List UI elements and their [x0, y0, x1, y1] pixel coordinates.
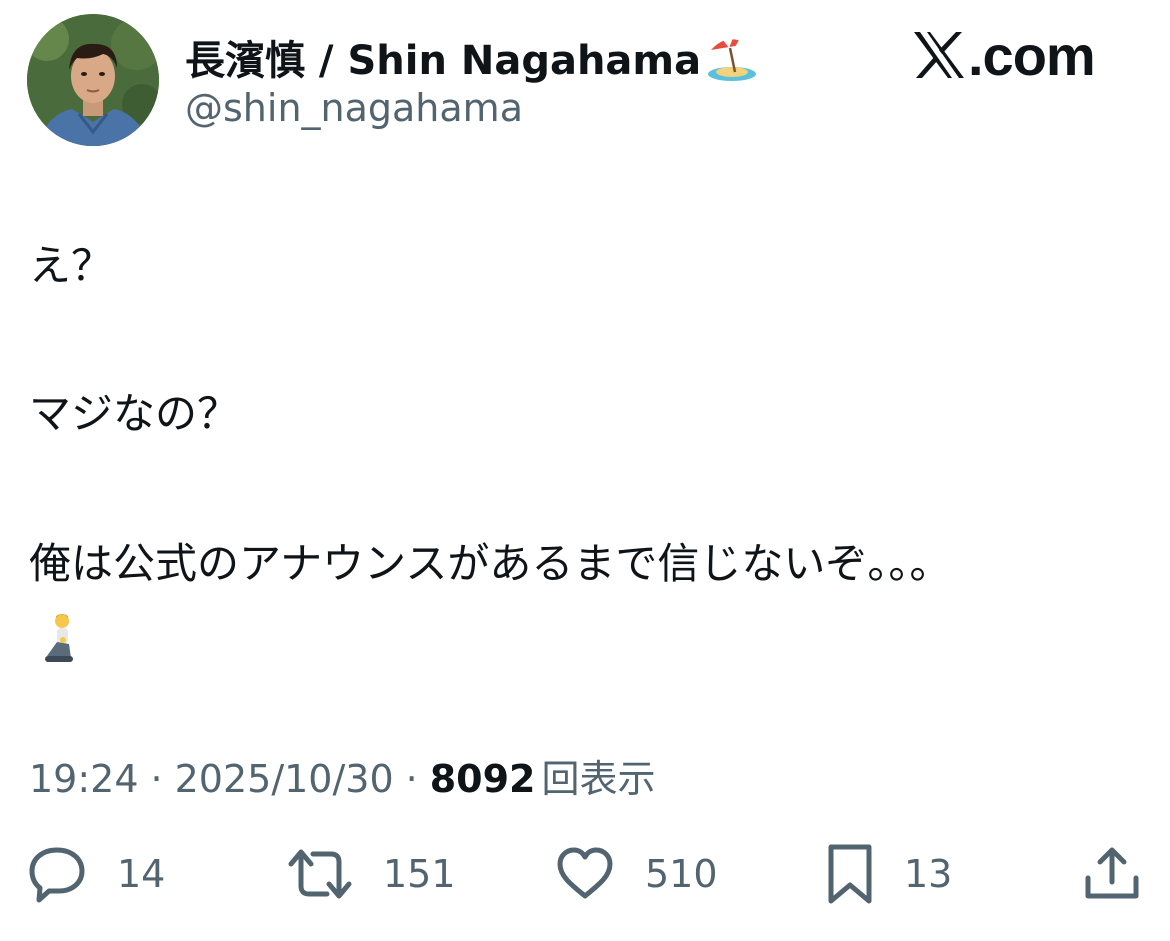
- tweet-text-line-1: え？: [29, 241, 114, 290]
- retweet-icon: [288, 849, 352, 899]
- reply-button[interactable]: 14: [27, 842, 165, 906]
- tweet-date[interactable]: 2025/10/30: [175, 757, 394, 801]
- reply-icon: [29, 847, 85, 903]
- bookmark-count: 13: [904, 852, 953, 896]
- tweet-meta: 19:24 · 2025/10/30 · 8092 回表示: [29, 748, 656, 803]
- tweet-text-line-2: マジなの？: [29, 389, 240, 438]
- x-logo-text: .com: [968, 23, 1096, 87]
- bookmark-button[interactable]: 13: [826, 842, 952, 906]
- retweet-count: 151: [383, 852, 456, 896]
- person-kneeling-emoji-icon: [41, 612, 81, 664]
- tweet-time[interactable]: 19:24: [29, 757, 139, 801]
- profile-photo: [27, 14, 159, 146]
- avatar[interactable]: [27, 14, 159, 146]
- like-button[interactable]: 510: [555, 842, 718, 906]
- tweet-text-line-3: 俺は公式のアナウンスがあるまで信じないぞ。。。: [29, 539, 952, 588]
- views-label: 回表示: [541, 757, 656, 801]
- meta-separator: ·: [150, 757, 163, 801]
- author-handle[interactable]: @shin_nagahama: [185, 86, 523, 130]
- share-button[interactable]: [1082, 842, 1142, 906]
- reply-count: 14: [117, 852, 166, 896]
- author-name-text: 長濱慎 / Shin Nagahama: [185, 38, 702, 84]
- beach-with-umbrella-emoji-icon: [705, 30, 759, 84]
- x-com-logo: .com: [912, 22, 1096, 88]
- views-count: 8092: [429, 757, 536, 801]
- share-icon: [1085, 847, 1139, 899]
- bookmark-icon: [828, 844, 872, 904]
- x-logo-icon: [914, 32, 964, 78]
- author-display-name[interactable]: 長濱慎 / Shin Nagahama: [185, 28, 759, 86]
- meta-separator: ·: [405, 757, 418, 801]
- like-count: 510: [645, 852, 718, 896]
- retweet-button[interactable]: 151: [287, 842, 456, 906]
- heart-icon: [557, 847, 613, 899]
